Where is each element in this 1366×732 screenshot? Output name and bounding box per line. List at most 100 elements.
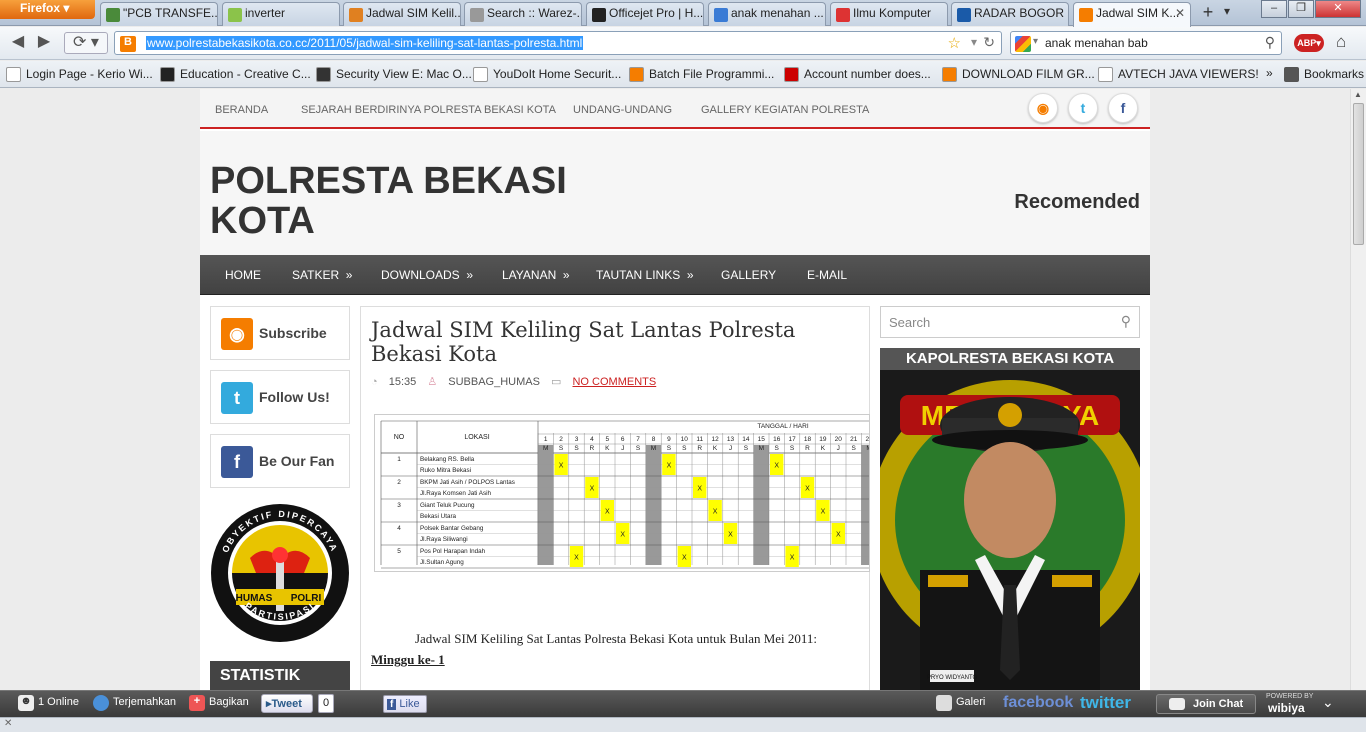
search-icon[interactable]: ⚲ xyxy=(1121,313,1131,330)
browser-tab[interactable]: Search :: Warez-... xyxy=(464,2,582,26)
restore-button[interactable]: ❐ xyxy=(1288,0,1314,18)
join-chat-button[interactable]: Join Chat xyxy=(1156,694,1256,714)
twitter-icon[interactable]: t xyxy=(1068,93,1098,123)
schedule-mark: X xyxy=(790,555,795,562)
browser-tab[interactable]: Officejet Pro | H... xyxy=(586,2,704,26)
gallery-button[interactable]: Galeri xyxy=(936,695,985,711)
main-menu-item[interactable]: GALLERY xyxy=(721,268,776,282)
forward-button[interactable]: ▶ xyxy=(32,32,56,54)
close-window-button[interactable]: ✕ xyxy=(1315,0,1361,18)
wibiya-logo[interactable]: wibiya xyxy=(1268,701,1305,715)
close-tab-icon[interactable]: ✕ xyxy=(1175,6,1185,20)
main-menu-item[interactable]: DOWNLOADS » xyxy=(381,268,473,282)
fan-box[interactable]: f Be Our Fan xyxy=(210,434,350,488)
browser-tab[interactable]: RADAR BOGOR ... xyxy=(951,2,1069,26)
browser-tab[interactable]: "PCB TRANSFE... xyxy=(100,2,218,26)
bookmark-item[interactable]: Account number does... xyxy=(784,67,931,82)
main-menu-item[interactable]: TAUTAN LINKS » xyxy=(596,268,694,282)
facebook-icon[interactable]: f xyxy=(1108,93,1138,123)
search-bar[interactable]: ▾ anak menahan bab ⚲ xyxy=(1010,31,1282,55)
list-all-tabs-button[interactable]: ▾ xyxy=(1224,4,1240,18)
scroll-up-icon[interactable]: ▲ xyxy=(1354,90,1362,99)
page-scrollbar[interactable]: ▲ xyxy=(1350,89,1366,690)
browser-tab[interactable]: anak menahan ... xyxy=(708,2,826,26)
date-number: 5 xyxy=(605,436,609,443)
history-dropdown-icon[interactable]: ▾ xyxy=(971,35,977,49)
bookmarks-menu-button[interactable]: Bookmarks xyxy=(1284,67,1364,82)
site-title[interactable]: POLRESTA BEKASI KOTA xyxy=(210,161,630,241)
sunday-column xyxy=(753,445,769,565)
follow-box[interactable]: t Follow Us! xyxy=(210,370,350,424)
home-icon[interactable]: ⌂ xyxy=(1336,32,1346,52)
col-tanggal-header: TANGGAL / HARI xyxy=(757,423,808,430)
translate-button[interactable]: Terjemahkan xyxy=(93,695,176,711)
main-menu-item[interactable]: HOME xyxy=(225,268,261,282)
online-users-button[interactable]: ☻ 1 Online xyxy=(18,695,79,711)
chat-bubble-icon xyxy=(1169,698,1185,710)
bookmark-item[interactable]: AVTECH JAVA VIEWERS! xyxy=(1098,67,1259,82)
bookmark-item[interactable]: DOWNLOAD FILM GR... xyxy=(942,67,1095,82)
more-bookmarks-chevron[interactable]: » xyxy=(1266,66,1273,80)
tab-favicon-icon xyxy=(228,8,242,22)
collapse-toolbar-icon[interactable]: ⌄ xyxy=(1322,694,1334,711)
sunday-column xyxy=(538,445,554,565)
twitter-bar-button[interactable]: twitter xyxy=(1080,693,1131,713)
like-button[interactable]: f Like xyxy=(383,695,427,713)
top-menu-gallery[interactable]: GALLERY KEGIATAN POLRESTA xyxy=(701,104,869,116)
bookmark-item[interactable]: Login Page - Kerio Wi... xyxy=(6,67,153,82)
main-menu-item[interactable]: E-MAIL xyxy=(807,268,847,282)
schedule-mark: X xyxy=(667,463,672,470)
tab-label: Jadwal SIM Kelil... xyxy=(366,6,461,20)
row-location: Giant Teluk Pucung xyxy=(420,502,475,509)
engine-dropdown-icon[interactable]: ▾ xyxy=(1033,36,1038,47)
scrollbar-thumb[interactable] xyxy=(1353,103,1364,245)
date-number: 10 xyxy=(681,436,689,443)
bookmark-item[interactable]: YouDoIt Home Securit... xyxy=(473,67,621,82)
main-menu-item[interactable]: SATKER » xyxy=(292,268,352,282)
facebook-bar-button[interactable]: facebook xyxy=(1003,694,1073,712)
minimize-button[interactable]: – xyxy=(1261,0,1287,18)
browser-tab[interactable]: Jadwal SIM K... ✕ xyxy=(1073,2,1191,27)
day-letter: J xyxy=(729,445,732,452)
date-number: 7 xyxy=(636,436,640,443)
reload-icon[interactable]: ↻ xyxy=(983,34,995,51)
reload-dropdown-button[interactable]: ⟳ ▾ xyxy=(64,32,108,54)
new-tab-button[interactable]: + xyxy=(1196,3,1220,24)
close-icon[interactable]: ✕ xyxy=(4,718,12,729)
gallery-icon xyxy=(936,695,952,711)
tweet-button[interactable]: ▸Tweet xyxy=(261,694,313,713)
browser-tab[interactable]: Jadwal SIM Kelil... xyxy=(343,2,461,26)
day-letter: J xyxy=(621,445,624,452)
subscribe-box[interactable]: ◉ Subscribe xyxy=(210,306,350,360)
url-text: www.polrestabekasikota.co.cc/2011/05/jad… xyxy=(146,36,584,50)
bookmark-item[interactable]: Batch File Programmi... xyxy=(629,67,774,82)
schedule-mark: X xyxy=(682,555,687,562)
rss-icon[interactable]: ◉ xyxy=(1028,93,1058,123)
bookmark-item[interactable]: Education - Creative C... xyxy=(160,67,311,82)
main-menu-item[interactable]: LAYANAN » xyxy=(502,268,570,282)
adblock-icon[interactable]: ABP▾ xyxy=(1294,34,1324,52)
schedule-mark: X xyxy=(821,509,826,516)
post-week-heading: Minggu ke- 1 xyxy=(371,652,445,667)
top-menu-beranda[interactable]: BERANDA xyxy=(215,104,268,116)
logo-polri-text: POLRI xyxy=(291,593,322,604)
search-go-icon[interactable]: ⚲ xyxy=(1265,34,1275,51)
browser-tab[interactable]: inverter xyxy=(222,2,340,26)
top-menu-undang-undang[interactable]: UNDANG-UNDANG xyxy=(573,104,672,116)
address-bar[interactable]: B www.polrestabekasikota.co.cc/2011/05/j… xyxy=(114,31,1002,55)
browser-tab[interactable]: Ilmu Komputer xyxy=(830,2,948,26)
date-number: 11 xyxy=(696,436,703,443)
bookmark-star-icon[interactable]: ☆ xyxy=(948,34,961,52)
top-menu-sejarah[interactable]: SEJARAH BERDIRINYA POLRESTA BEKASI KOTA xyxy=(301,104,556,116)
google-icon[interactable] xyxy=(1015,36,1031,52)
back-button[interactable]: ◀ xyxy=(6,32,30,54)
post-comments-link[interactable]: NO COMMENTS xyxy=(572,376,656,388)
post-title[interactable]: Jadwal SIM Keliling Sat Lantas Polresta … xyxy=(371,318,841,366)
tab-favicon-icon xyxy=(836,8,850,22)
bookmark-item[interactable]: Security View E: Mac O... xyxy=(316,67,472,82)
share-button[interactable]: + Bagikan xyxy=(189,695,249,711)
firefox-menu-button[interactable]: Firefox ▾ xyxy=(0,0,95,19)
walker-icon: ☻ xyxy=(18,695,34,711)
site-search-input[interactable]: Search ⚲ xyxy=(880,306,1140,338)
row-location: Ruko Mitra Bekasi xyxy=(420,467,471,474)
